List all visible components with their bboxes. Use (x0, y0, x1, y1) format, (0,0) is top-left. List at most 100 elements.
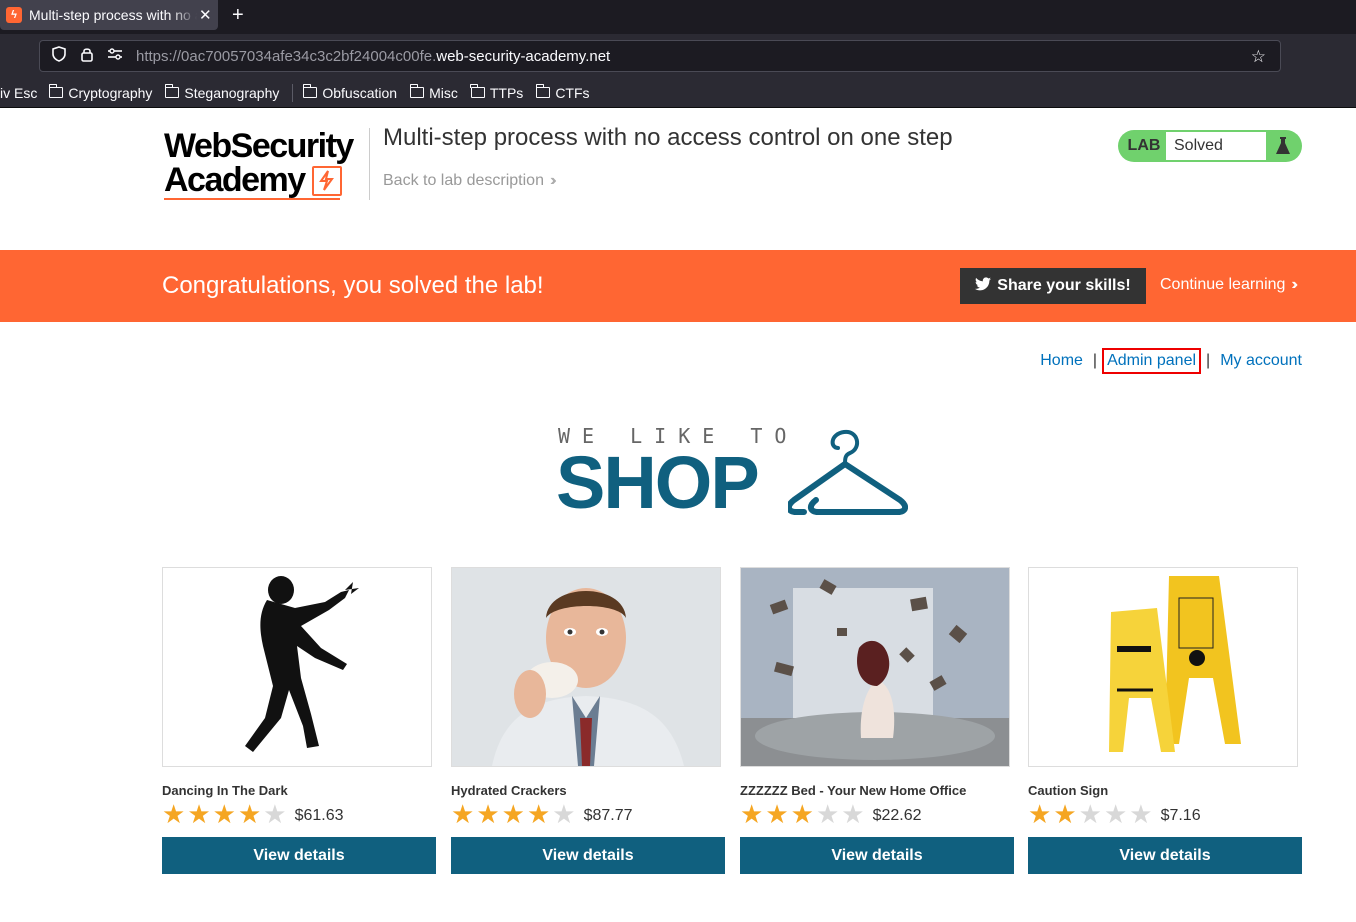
product-rating: ★ ★ ★ ★ ★ $7.16 (1028, 799, 1302, 829)
star-empty-icon: ★ (552, 799, 576, 829)
bookmark-label: Steganography (184, 84, 280, 101)
star-filled-icon: ★ (740, 799, 764, 829)
star-filled-icon: ★ (1053, 799, 1077, 829)
folder-icon (470, 84, 485, 98)
product-card: Dancing In The Dark ★ ★ ★ ★ ★ $61.63 View de… (162, 567, 436, 874)
lab-title: Multi-step process with no access contro… (383, 124, 953, 151)
view-details-button[interactable]: View details (162, 837, 436, 874)
star-filled-icon: ★ (212, 799, 236, 829)
product-name: ZZZZZZ Bed - Your New Home Office (740, 783, 967, 798)
folder-icon (48, 84, 64, 98)
star-filled-icon: ★ (526, 799, 551, 829)
url-bar[interactable]: https://0ac70057034afe34c3c2bf24004c00fe… (39, 40, 1281, 72)
bookmark-label: TTPs (489, 84, 524, 101)
nav-separator: | (1092, 352, 1098, 369)
continue-learning-link[interactable]: Continue learning ›› (1160, 276, 1298, 294)
browser-toolbar: https://0ac70057034afe34c3c2bf24004c00fe… (0, 34, 1356, 78)
product-image (1028, 567, 1298, 767)
bookmark-label: Misc (429, 84, 458, 101)
star-filled-icon: ★ (451, 799, 475, 829)
shop-wordmark: SHOP (556, 441, 760, 524)
lab-status-text: Solved (1166, 132, 1266, 160)
url-scheme-subdomain: https://0ac70057034afe34c3c2bf24004c00fe… (136, 47, 437, 65)
lock-icon[interactable] (78, 46, 96, 66)
product-image (162, 567, 432, 767)
bookmarks-toolbar: iv Esc Cryptography Steganography Obfusc… (0, 78, 1356, 108)
site-navigation: Home | Admin panel | My account (1040, 348, 1302, 374)
bookmark-label: iv Esc (0, 84, 38, 101)
logo-line-1: WebSecurity (164, 127, 354, 165)
star-filled-icon: ★ (476, 799, 500, 829)
product-card: Hydrated Crackers ★ ★ ★ ★ ★ $87.77 View deta… (451, 567, 725, 874)
bookmark-label: Cryptography (68, 84, 153, 101)
bookmark-priv-esc[interactable]: iv Esc (0, 85, 37, 101)
flask-icon (1266, 132, 1300, 160)
star-filled-icon: ★ (501, 799, 525, 829)
star-filled-icon: ★ (790, 799, 814, 829)
product-card: Caution Sign ★ ★ ★ ★ ★ $7.16 View details (1028, 567, 1302, 874)
product-price: $87.77 (583, 807, 633, 824)
nav-separator: | (1206, 352, 1211, 369)
product-image (740, 567, 1010, 767)
product-name: Caution Sign (1028, 783, 1109, 798)
back-to-lab-description-link[interactable]: Back to lab description ›› (383, 172, 556, 190)
product-card: ZZZZZZ Bed - Your New Home Office ★ ★ ★ ★ ★ … (740, 567, 1014, 874)
tab-title: Multi-step process with no access contro… (29, 7, 197, 23)
bookmark-folder-cryptography[interactable]: Cryptography (48, 84, 153, 101)
lightning-icon: ϟ (6, 7, 22, 23)
folder-icon (409, 84, 425, 98)
url-domain: web-security-academy.net (436, 47, 611, 65)
solved-notification-banner: Congratulations, you solved the lab! Sha… (0, 250, 1356, 322)
star-empty-icon: ★ (263, 799, 287, 829)
congratulations-message: Congratulations, you solved the lab! (162, 272, 544, 299)
lab-badge: LAB (1127, 137, 1161, 154)
close-icon[interactable]: ✕ (199, 6, 212, 24)
double-chevron-right-icon: ›› (549, 172, 556, 189)
folder-icon (302, 84, 318, 98)
star-filled-icon: ★ (1028, 799, 1052, 829)
bookmark-folder-ttps[interactable]: TTPs (470, 84, 524, 101)
nav-home-link[interactable]: Home (1040, 352, 1083, 370)
folder-icon (535, 84, 551, 98)
bookmark-folder-steganography[interactable]: Steganography (164, 84, 280, 101)
share-button-label: Share your skills! (997, 277, 1131, 294)
view-details-button[interactable]: View details (451, 837, 725, 874)
star-filled-icon: ★ (187, 799, 211, 829)
web-security-academy-logo[interactable]: WebSecurity Academy (164, 128, 364, 200)
nav-admin-panel-link[interactable]: Admin panel (1102, 348, 1202, 374)
nav-my-account-link[interactable]: My account (1220, 352, 1302, 370)
bookmark-separator (292, 83, 294, 102)
product-rating: ★ ★ ★ ★ ★ $22.62 (740, 799, 1014, 829)
bookmark-folder-misc[interactable]: Misc (409, 84, 458, 101)
shield-icon[interactable] (50, 46, 68, 66)
url-text[interactable]: https://0ac70057034afe34c3c2bf24004c00fe… (136, 48, 610, 65)
new-tab-icon[interactable]: + (232, 4, 244, 27)
share-your-skills-button[interactable]: Share your skills! (960, 268, 1146, 304)
star-empty-icon: ★ (815, 799, 840, 829)
view-details-button[interactable]: View details (1028, 837, 1302, 874)
star-empty-icon: ★ (1078, 799, 1102, 829)
we-like-to-shop-logo: WE LIKE TO SHOP (556, 420, 908, 520)
logo-line-2: Academy (164, 161, 306, 199)
bookmark-label: CTFs (555, 84, 590, 101)
view-details-button[interactable]: View details (740, 837, 1014, 874)
product-image (451, 567, 721, 767)
permissions-icon[interactable] (106, 47, 124, 65)
lightning-icon (312, 166, 342, 196)
product-name: Dancing In The Dark (162, 783, 288, 798)
bookmark-folder-obfuscation[interactable]: Obfuscation (302, 84, 398, 101)
product-price: $7.16 (1160, 807, 1201, 824)
browser-tab-bar: ϟ Multi-step process with no access cont… (0, 0, 1356, 34)
star-filled-icon: ★ (162, 799, 186, 829)
bookmark-folder-ctfs[interactable]: CTFs (535, 84, 590, 101)
product-price: $22.62 (872, 807, 922, 824)
lab-status-widget: LAB Solved (1118, 130, 1302, 162)
product-rating: ★ ★ ★ ★ ★ $87.77 (451, 799, 725, 829)
browser-tab-active[interactable]: ϟ Multi-step process with no access cont… (0, 0, 218, 30)
star-empty-icon: ★ (1129, 799, 1153, 829)
back-link-label: Back to lab description (383, 172, 544, 189)
product-name: Hydrated Crackers (451, 783, 567, 798)
product-price: $61.63 (294, 807, 344, 824)
bookmark-star-icon[interactable]: ☆ (1251, 47, 1266, 67)
bookmark-label: Obfuscation (322, 84, 398, 101)
